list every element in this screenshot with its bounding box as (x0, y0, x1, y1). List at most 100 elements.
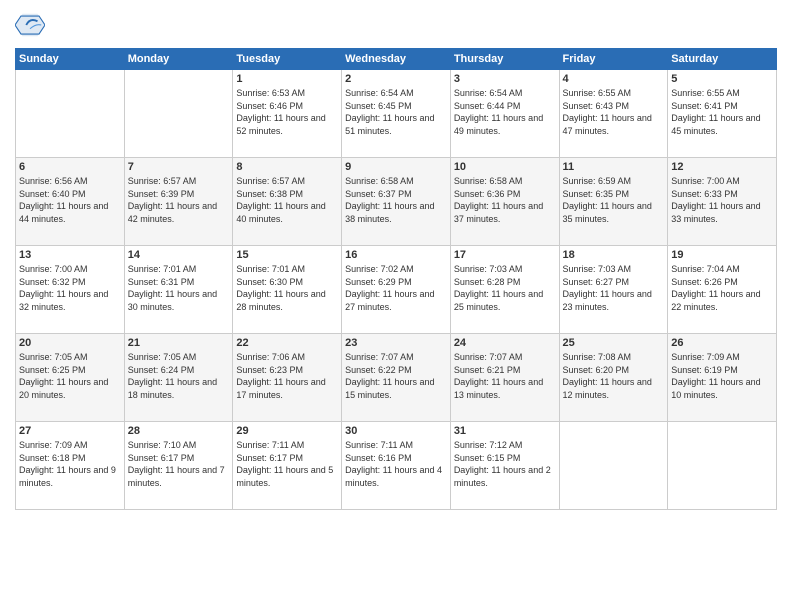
calendar-cell: 23 Sunrise: 7:07 AMSunset: 6:22 PMDayligh… (342, 334, 451, 422)
day-info: Sunrise: 7:09 AMSunset: 6:18 PMDaylight:… (19, 439, 121, 489)
day-info: Sunrise: 7:09 AMSunset: 6:19 PMDaylight:… (671, 351, 773, 401)
day-number: 25 (563, 337, 665, 349)
day-number: 1 (236, 73, 338, 85)
day-number: 5 (671, 73, 773, 85)
calendar-day-header: Tuesday (233, 49, 342, 70)
calendar-cell: 6 Sunrise: 6:56 AMSunset: 6:40 PMDaylight… (16, 158, 125, 246)
calendar-cell: 8 Sunrise: 6:57 AMSunset: 6:38 PMDaylight… (233, 158, 342, 246)
calendar-cell: 22 Sunrise: 7:06 AMSunset: 6:23 PMDayligh… (233, 334, 342, 422)
day-number: 18 (563, 249, 665, 261)
day-info: Sunrise: 7:08 AMSunset: 6:20 PMDaylight:… (563, 351, 665, 401)
day-info: Sunrise: 7:10 AMSunset: 6:17 PMDaylight:… (128, 439, 230, 489)
logo (15, 10, 49, 40)
day-info: Sunrise: 6:54 AMSunset: 6:45 PMDaylight:… (345, 87, 447, 137)
calendar-cell: 1 Sunrise: 6:53 AMSunset: 6:46 PMDaylight… (233, 70, 342, 158)
calendar-day-header: Saturday (668, 49, 777, 70)
day-number: 9 (345, 161, 447, 173)
calendar-week-row: 13 Sunrise: 7:00 AMSunset: 6:32 PMDayligh… (16, 246, 777, 334)
day-number: 31 (454, 425, 556, 437)
calendar-cell: 15 Sunrise: 7:01 AMSunset: 6:30 PMDayligh… (233, 246, 342, 334)
calendar-cell: 19 Sunrise: 7:04 AMSunset: 6:26 PMDayligh… (668, 246, 777, 334)
calendar-cell (559, 422, 668, 510)
calendar-cell (16, 70, 125, 158)
calendar-cell: 14Sunrise: 7:01 AMSunset: 6:31 PMDayligh… (124, 246, 233, 334)
calendar-day-header: Sunday (16, 49, 125, 70)
day-number: 16 (345, 249, 447, 261)
calendar-cell: 16 Sunrise: 7:02 AMSunset: 6:29 PMDayligh… (342, 246, 451, 334)
day-number: 11 (563, 161, 665, 173)
calendar-day-header: Wednesday (342, 49, 451, 70)
calendar-cell: 5 Sunrise: 6:55 AMSunset: 6:41 PMDaylight… (668, 70, 777, 158)
calendar-cell: 20Sunrise: 7:05 AMSunset: 6:25 PMDayligh… (16, 334, 125, 422)
calendar-cell: 18 Sunrise: 7:03 AMSunset: 6:27 PMDayligh… (559, 246, 668, 334)
day-number: 12 (671, 161, 773, 173)
day-info: Sunrise: 7:07 AMSunset: 6:22 PMDaylight:… (345, 351, 447, 401)
day-info: Sunrise: 7:01 AMSunset: 6:30 PMDaylight:… (236, 263, 338, 313)
calendar-day-header: Thursday (450, 49, 559, 70)
day-info: Sunrise: 6:57 AMSunset: 6:38 PMDaylight:… (236, 175, 338, 225)
calendar-cell: 7 Sunrise: 6:57 AMSunset: 6:39 PMDaylight… (124, 158, 233, 246)
day-info: Sunrise: 6:57 AMSunset: 6:39 PMDaylight:… (128, 175, 230, 225)
day-number: 23 (345, 337, 447, 349)
day-info: Sunrise: 7:03 AMSunset: 6:27 PMDaylight:… (563, 263, 665, 313)
day-number: 10 (454, 161, 556, 173)
day-info: Sunrise: 6:58 AMSunset: 6:37 PMDaylight:… (345, 175, 447, 225)
page-container: SundayMondayTuesdayWednesdayThursdayFrid… (0, 0, 792, 612)
calendar-cell: 30Sunrise: 7:11 AMSunset: 6:16 PMDayligh… (342, 422, 451, 510)
day-info: Sunrise: 6:53 AMSunset: 6:46 PMDaylight:… (236, 87, 338, 137)
calendar-week-row: 27 Sunrise: 7:09 AMSunset: 6:18 PMDayligh… (16, 422, 777, 510)
page-header (15, 10, 777, 40)
calendar-cell: 9 Sunrise: 6:58 AMSunset: 6:37 PMDaylight… (342, 158, 451, 246)
day-number: 24 (454, 337, 556, 349)
day-info: Sunrise: 6:56 AMSunset: 6:40 PMDaylight:… (19, 175, 121, 225)
calendar-week-row: 6 Sunrise: 6:56 AMSunset: 6:40 PMDaylight… (16, 158, 777, 246)
day-info: Sunrise: 6:54 AMSunset: 6:44 PMDaylight:… (454, 87, 556, 137)
day-number: 19 (671, 249, 773, 261)
day-info: Sunrise: 7:03 AMSunset: 6:28 PMDaylight:… (454, 263, 556, 313)
calendar-cell: 27 Sunrise: 7:09 AMSunset: 6:18 PMDayligh… (16, 422, 125, 510)
day-number: 22 (236, 337, 338, 349)
calendar-week-row: 1 Sunrise: 6:53 AMSunset: 6:46 PMDaylight… (16, 70, 777, 158)
day-info: Sunrise: 7:00 AMSunset: 6:33 PMDaylight:… (671, 175, 773, 225)
day-info: Sunrise: 7:07 AMSunset: 6:21 PMDaylight:… (454, 351, 556, 401)
day-number: 27 (19, 425, 121, 437)
calendar-cell (668, 422, 777, 510)
calendar-cell: 29 Sunrise: 7:11 AMSunset: 6:17 PMDayligh… (233, 422, 342, 510)
day-number: 8 (236, 161, 338, 173)
day-number: 3 (454, 73, 556, 85)
calendar-cell: 17 Sunrise: 7:03 AMSunset: 6:28 PMDayligh… (450, 246, 559, 334)
logo-icon (15, 10, 45, 40)
calendar-cell (124, 70, 233, 158)
day-info: Sunrise: 7:06 AMSunset: 6:23 PMDaylight:… (236, 351, 338, 401)
day-number: 4 (563, 73, 665, 85)
day-info: Sunrise: 7:11 AMSunset: 6:17 PMDaylight:… (236, 439, 338, 489)
day-number: 17 (454, 249, 556, 261)
calendar-day-header: Monday (124, 49, 233, 70)
calendar-cell: 21Sunrise: 7:05 AMSunset: 6:24 PMDayligh… (124, 334, 233, 422)
day-info: Sunrise: 7:00 AMSunset: 6:32 PMDaylight:… (19, 263, 121, 313)
day-number: 13 (19, 249, 121, 261)
day-number: 14 (128, 249, 230, 261)
day-number: 7 (128, 161, 230, 173)
calendar-table: SundayMondayTuesdayWednesdayThursdayFrid… (15, 48, 777, 510)
day-info: Sunrise: 7:05 AMSunset: 6:24 PMDaylight:… (128, 351, 230, 401)
day-number: 20 (19, 337, 121, 349)
day-info: Sunrise: 6:55 AMSunset: 6:43 PMDaylight:… (563, 87, 665, 137)
day-number: 6 (19, 161, 121, 173)
day-info: Sunrise: 6:58 AMSunset: 6:36 PMDaylight:… (454, 175, 556, 225)
day-info: Sunrise: 6:55 AMSunset: 6:41 PMDaylight:… (671, 87, 773, 137)
day-number: 26 (671, 337, 773, 349)
calendar-cell: 4 Sunrise: 6:55 AMSunset: 6:43 PMDaylight… (559, 70, 668, 158)
day-number: 15 (236, 249, 338, 261)
day-info: Sunrise: 7:02 AMSunset: 6:29 PMDaylight:… (345, 263, 447, 313)
calendar-cell: 26 Sunrise: 7:09 AMSunset: 6:19 PMDayligh… (668, 334, 777, 422)
calendar-cell: 31Sunrise: 7:12 AMSunset: 6:15 PMDayligh… (450, 422, 559, 510)
day-number: 28 (128, 425, 230, 437)
calendar-cell: 3 Sunrise: 6:54 AMSunset: 6:44 PMDaylight… (450, 70, 559, 158)
day-info: Sunrise: 7:11 AMSunset: 6:16 PMDaylight:… (345, 439, 447, 489)
calendar-cell: 24 Sunrise: 7:07 AMSunset: 6:21 PMDayligh… (450, 334, 559, 422)
day-number: 29 (236, 425, 338, 437)
day-info: Sunrise: 7:04 AMSunset: 6:26 PMDaylight:… (671, 263, 773, 313)
calendar-day-header: Friday (559, 49, 668, 70)
calendar-week-row: 20Sunrise: 7:05 AMSunset: 6:25 PMDayligh… (16, 334, 777, 422)
